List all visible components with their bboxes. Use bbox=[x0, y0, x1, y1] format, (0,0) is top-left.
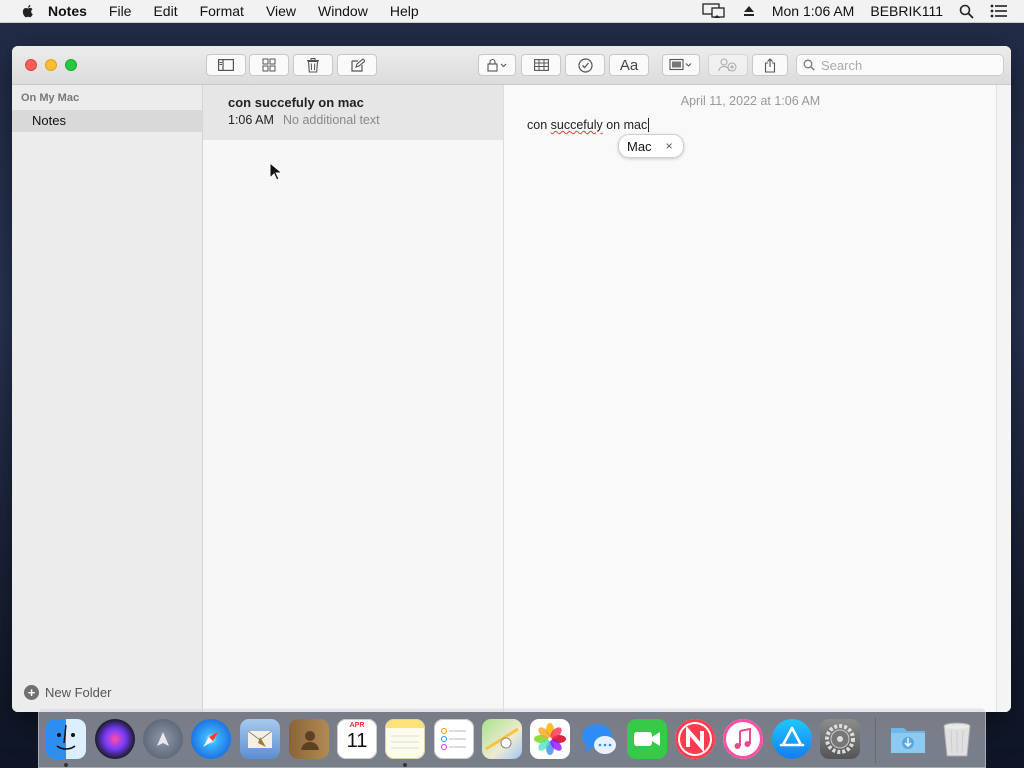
menu-bar: Notes File Edit Format View Window Help … bbox=[0, 0, 1024, 23]
table-button[interactable] bbox=[521, 54, 561, 76]
reminders-icon[interactable] bbox=[434, 719, 474, 759]
menubar-clock[interactable]: Mon 1:06 AM bbox=[772, 3, 855, 19]
new-folder-button[interactable]: + New Folder bbox=[24, 685, 111, 700]
finder-icon[interactable] bbox=[46, 719, 86, 759]
note-time: 1:06 AM bbox=[228, 113, 274, 127]
calendar-icon[interactable]: APR 11 bbox=[337, 719, 377, 759]
notes-window: Aa On My Mac Notes + New Folder con succ… bbox=[12, 46, 1011, 712]
menu-help[interactable]: Help bbox=[390, 0, 419, 22]
grid-icon bbox=[262, 58, 276, 72]
menu-window[interactable]: Window bbox=[318, 0, 368, 22]
photo-icon bbox=[669, 58, 692, 71]
checklist-button[interactable] bbox=[565, 54, 605, 76]
compose-icon bbox=[350, 57, 365, 72]
note-preview: No additional text bbox=[283, 113, 380, 127]
menu-view[interactable]: View bbox=[266, 0, 296, 22]
sidebar-section-title: On My Mac bbox=[21, 92, 80, 104]
contacts-icon[interactable] bbox=[289, 719, 329, 759]
spotlight-icon[interactable] bbox=[959, 4, 974, 19]
downloads-icon[interactable] bbox=[888, 719, 928, 759]
plus-icon: + bbox=[24, 685, 39, 700]
share-icon bbox=[764, 57, 776, 73]
apple-menu-icon[interactable] bbox=[20, 3, 36, 19]
checkmark-circle-icon bbox=[577, 57, 593, 73]
news-icon[interactable] bbox=[675, 719, 715, 759]
lock-icon bbox=[487, 58, 507, 72]
zoom-button[interactable] bbox=[65, 59, 77, 71]
note-date: April 11, 2022 at 1:06 AM bbox=[680, 94, 821, 108]
notes-icon[interactable] bbox=[385, 719, 425, 759]
list-item[interactable]: con succefuly on mac 1:06 AM No addition… bbox=[203, 85, 503, 140]
note-title: con succefuly on mac bbox=[228, 95, 364, 110]
sidebar-item-notes[interactable]: Notes bbox=[12, 110, 202, 132]
autocorrect-dismiss-icon[interactable]: × bbox=[666, 139, 673, 153]
delete-button[interactable] bbox=[293, 54, 333, 76]
scrollbar[interactable] bbox=[996, 85, 1011, 712]
toolbar: Aa bbox=[12, 46, 1011, 85]
app-store-icon[interactable] bbox=[772, 719, 812, 759]
notification-center-icon[interactable] bbox=[990, 4, 1008, 18]
system-preferences-icon[interactable] bbox=[820, 719, 860, 759]
messages-icon[interactable] bbox=[579, 719, 619, 759]
misspelled-word[interactable]: succefuly bbox=[551, 118, 603, 132]
app-menu[interactable]: Notes bbox=[48, 0, 87, 22]
dock-separator bbox=[875, 717, 876, 763]
menu-file[interactable]: File bbox=[109, 0, 132, 22]
note-text-start: con bbox=[527, 118, 551, 132]
trash-icon[interactable] bbox=[937, 719, 977, 759]
format-button[interactable]: Aa bbox=[609, 54, 649, 76]
maps-icon[interactable] bbox=[482, 719, 522, 759]
folders-sidebar: On My Mac Notes + New Folder bbox=[12, 85, 203, 712]
dock: APR 11 bbox=[38, 708, 986, 768]
menu-edit[interactable]: Edit bbox=[153, 0, 177, 22]
media-button[interactable] bbox=[662, 54, 700, 76]
lock-button[interactable] bbox=[478, 54, 516, 76]
search-icon bbox=[803, 59, 815, 71]
share-button[interactable] bbox=[752, 54, 788, 76]
gallery-view-button[interactable] bbox=[249, 54, 289, 76]
add-people-icon bbox=[718, 58, 737, 72]
close-button[interactable] bbox=[25, 59, 37, 71]
search-input[interactable] bbox=[819, 56, 993, 74]
photos-icon[interactable] bbox=[530, 719, 570, 759]
note-text-current-word: mac bbox=[623, 118, 650, 132]
launchpad-icon[interactable] bbox=[143, 719, 183, 759]
autocorrect-bubble[interactable]: Mac × bbox=[618, 134, 684, 158]
airplay-display-icon[interactable] bbox=[702, 3, 726, 19]
calendar-day: 11 bbox=[346, 730, 368, 752]
finder-running-indicator bbox=[64, 763, 68, 767]
trash-icon bbox=[307, 57, 319, 73]
minimize-button[interactable] bbox=[45, 59, 57, 71]
note-text-middle: on bbox=[602, 118, 624, 132]
search-field[interactable] bbox=[796, 54, 1004, 76]
calendar-month: APR bbox=[349, 722, 365, 729]
note-editor[interactable]: April 11, 2022 at 1:06 AM con succefuly … bbox=[504, 85, 997, 712]
add-people-button[interactable] bbox=[708, 54, 748, 76]
sidebar-icon bbox=[218, 59, 234, 71]
toggle-sidebar-button[interactable] bbox=[206, 54, 246, 76]
note-body[interactable]: con succefuly on mac bbox=[527, 118, 650, 132]
new-folder-label: New Folder bbox=[45, 685, 112, 700]
mouse-pointer-icon bbox=[269, 162, 283, 181]
menu-format[interactable]: Format bbox=[200, 0, 244, 22]
table-icon bbox=[533, 59, 549, 71]
notes-running-indicator bbox=[403, 763, 407, 767]
facetime-icon[interactable] bbox=[627, 719, 667, 759]
note-list: con succefuly on mac 1:06 AM No addition… bbox=[203, 85, 504, 712]
safari-icon[interactable] bbox=[191, 719, 231, 759]
mail-icon[interactable] bbox=[240, 719, 280, 759]
font-format-icon: Aa bbox=[619, 56, 639, 74]
siri-icon[interactable] bbox=[95, 719, 135, 759]
menubar-user[interactable]: BEBRIK111 bbox=[870, 3, 943, 19]
autocorrect-suggestion[interactable]: Mac bbox=[627, 139, 652, 154]
itunes-icon[interactable] bbox=[723, 719, 763, 759]
eject-icon[interactable] bbox=[742, 4, 756, 18]
new-note-button[interactable] bbox=[337, 54, 377, 76]
